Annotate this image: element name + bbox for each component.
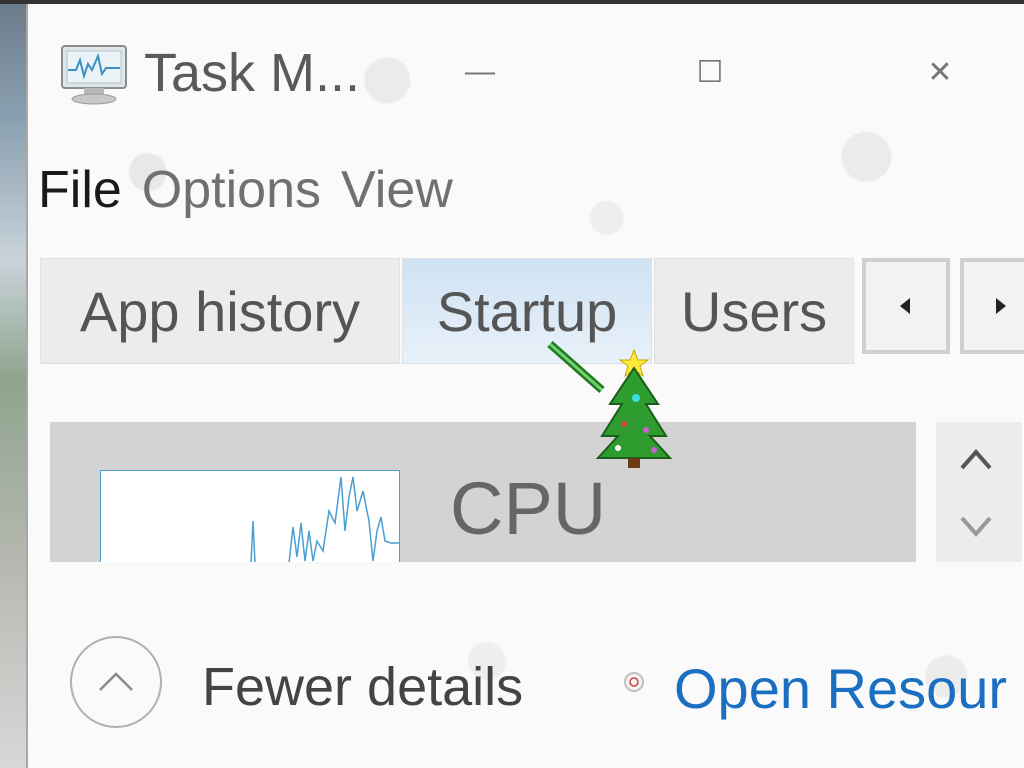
menu-bar: File Options View: [28, 158, 463, 222]
menu-view[interactable]: View: [331, 158, 463, 222]
tab-strip: App history Startup Users: [40, 258, 1024, 368]
open-resource-monitor-link[interactable]: Open Resour: [674, 656, 1007, 721]
task-manager-icon: [56, 42, 132, 106]
menu-options[interactable]: Options: [132, 158, 331, 222]
chevron-right-icon: [996, 298, 1006, 314]
fewer-details-button[interactable]: [70, 636, 162, 728]
cpu-mini-graph: [100, 470, 400, 562]
resource-monitor-icon: [624, 672, 644, 692]
chevron-up-icon: [99, 672, 133, 691]
window-title: Task M...: [144, 43, 361, 103]
chevron-left-icon: [900, 298, 910, 314]
cpu-label: CPU: [450, 467, 607, 550]
tab-scroll-left-button[interactable]: [862, 258, 950, 354]
footer-bar: Fewer details Open Resour: [28, 604, 1024, 768]
tab-app-history[interactable]: App history: [40, 258, 400, 364]
chevron-up-icon: [960, 448, 992, 470]
vertical-scrollbar[interactable]: [936, 422, 1022, 562]
tab-scroll-right-button[interactable]: [960, 258, 1024, 354]
title-bar[interactable]: Task M... — ☐ ✕: [28, 4, 1024, 144]
fewer-details-label[interactable]: Fewer details: [202, 656, 523, 718]
close-button[interactable]: ✕: [910, 44, 970, 100]
christmas-tree-icon: [546, 340, 676, 470]
task-manager-window: Task M... — ☐ ✕ File Options View App hi…: [26, 4, 1024, 768]
chevron-down-icon: [960, 516, 992, 538]
menu-file[interactable]: File: [28, 158, 132, 222]
desktop-background: [0, 0, 28, 768]
tab-users[interactable]: Users: [654, 258, 854, 364]
cpu-summary-item[interactable]: CPU: [50, 422, 916, 562]
minimize-button[interactable]: —: [450, 44, 510, 100]
maximize-button[interactable]: ☐: [680, 44, 740, 100]
